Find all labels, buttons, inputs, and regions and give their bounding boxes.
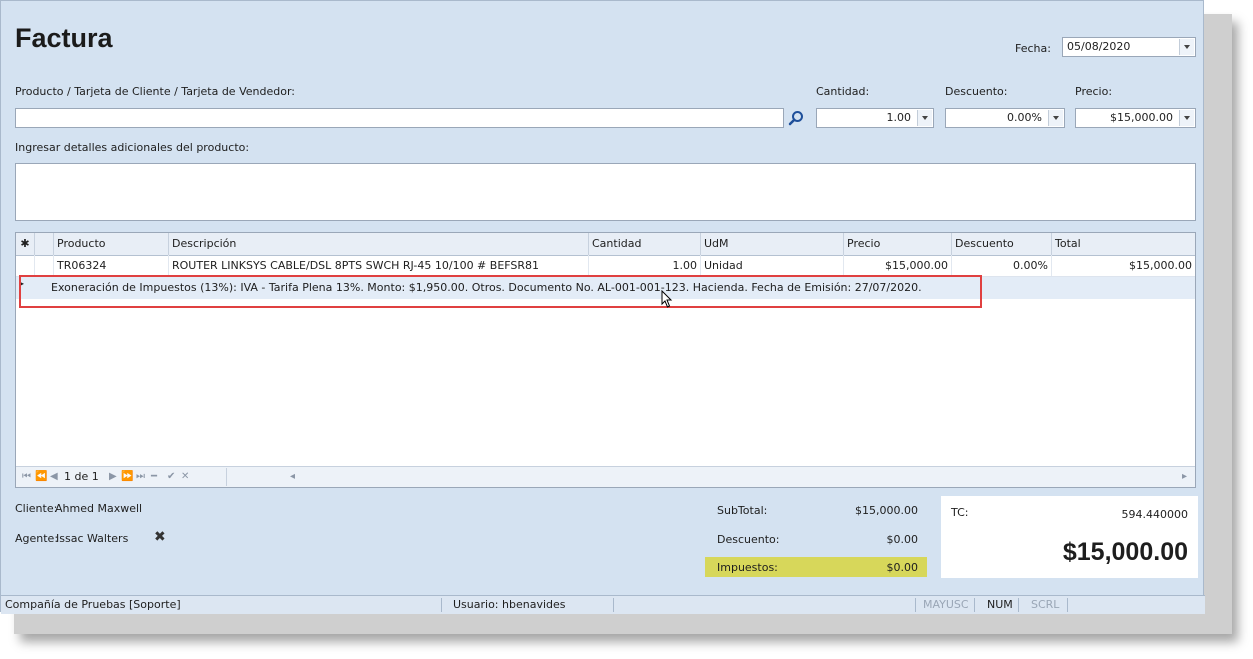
- scroll-right-icon[interactable]: ▸: [1182, 467, 1187, 487]
- impuestos-label: Impuestos:: [717, 561, 778, 574]
- descuento-label: Descuento:: [945, 85, 1008, 98]
- page-title: Factura: [15, 23, 113, 53]
- invoice-window: Factura Fecha: 05/08/2020 Producto / Tar…: [0, 0, 1205, 614]
- tc-label: TC:: [951, 506, 969, 519]
- col-producto[interactable]: Producto: [54, 233, 169, 255]
- highlight-box: [19, 275, 982, 308]
- precio-value: $15,000.00: [1110, 111, 1173, 124]
- col-total[interactable]: Total: [1052, 233, 1195, 255]
- status-mayusc: MAYUSC: [923, 598, 969, 611]
- fecha-field[interactable]: 05/08/2020: [1062, 37, 1196, 57]
- search-icon: [788, 110, 803, 125]
- cantidad-value: 1.00: [886, 111, 912, 124]
- descuento-field[interactable]: 0.00%: [945, 108, 1065, 128]
- next-page-icon[interactable]: ▶: [109, 467, 117, 487]
- col-udm[interactable]: UdM: [701, 233, 844, 255]
- total-panel: TC: 594.440000 $15,000.00: [941, 496, 1198, 578]
- descuento-total-value: $0.00: [886, 533, 919, 546]
- status-separator: [1067, 598, 1068, 612]
- cell-descuento[interactable]: 0.00%: [952, 255, 1052, 276]
- status-separator: [441, 598, 442, 612]
- status-bar: Compañía de Pruebas [Soporte] Usuario: h…: [1, 595, 1205, 614]
- first-page-icon[interactable]: ⏮: [22, 467, 31, 487]
- invoice-grid: ✱ Producto Descripción Cantidad UdM Prec…: [15, 232, 1196, 488]
- cell-udm[interactable]: Unidad: [701, 255, 844, 276]
- col-cantidad[interactable]: Cantidad: [589, 233, 701, 255]
- precio-field[interactable]: $15,000.00: [1075, 108, 1196, 128]
- scroll-left-icon[interactable]: ◂: [290, 467, 295, 487]
- confirm-icon[interactable]: ✔: [167, 467, 175, 487]
- agente-value[interactable]: Issac Walters: [56, 532, 128, 545]
- product-label: Producto / Tarjeta de Cliente / Tarjeta …: [15, 85, 295, 98]
- search-button[interactable]: [785, 108, 807, 127]
- row-selector: [35, 255, 54, 276]
- cell-precio[interactable]: $15,000.00: [844, 255, 952, 276]
- prev-page-icon[interactable]: ◀: [50, 467, 58, 487]
- grand-total: $15,000.00: [1062, 538, 1188, 566]
- details-label: Ingresar detalles adicionales del produc…: [15, 141, 250, 154]
- fecha-value: 05/08/2020: [1067, 40, 1131, 53]
- table-row[interactable]: TR06324 ROUTER LINKSYS CABLE/DSL 8PTS SW…: [16, 255, 1195, 277]
- chevron-down-icon[interactable]: [1179, 110, 1194, 126]
- status-scrl: SCRL: [1031, 598, 1060, 611]
- tc-value: 594.440000: [1121, 508, 1188, 521]
- cantidad-label: Cantidad:: [816, 85, 870, 98]
- grid-header: ✱ Producto Descripción Cantidad UdM Prec…: [16, 233, 1195, 256]
- cliente-value[interactable]: Ahmed Maxwell: [55, 502, 142, 515]
- chevron-down-icon[interactable]: [1179, 39, 1194, 55]
- col-descuento[interactable]: Descuento: [952, 233, 1052, 255]
- status-company: Compañía de Pruebas [Soporte]: [5, 598, 181, 611]
- cliente-label: Cliente:: [15, 502, 58, 515]
- status-separator: [1018, 598, 1019, 612]
- chevron-down-icon[interactable]: [1048, 110, 1063, 126]
- status-user: Usuario: hbenavides: [453, 598, 566, 611]
- new-row-indicator: ✱: [16, 233, 35, 255]
- delete-row-icon[interactable]: ━: [151, 467, 157, 487]
- subtotal-value: $15,000.00: [855, 504, 918, 517]
- status-separator: [974, 598, 975, 612]
- agente-label: Agente:: [15, 532, 59, 545]
- status-separator: [915, 598, 916, 612]
- cell-descripcion[interactable]: ROUTER LINKSYS CABLE/DSL 8PTS SWCH RJ-45…: [169, 255, 589, 276]
- prev-page-fast-icon[interactable]: ⏪: [35, 467, 47, 487]
- last-page-icon[interactable]: ⏭: [136, 467, 145, 487]
- remove-agent-icon[interactable]: ✖: [154, 529, 166, 545]
- cancel-icon[interactable]: ✕: [181, 467, 189, 487]
- status-num: NUM: [987, 598, 1013, 611]
- fecha-label: Fecha:: [1015, 42, 1051, 55]
- subtotal-label: SubTotal:: [717, 504, 768, 517]
- details-textarea[interactable]: [15, 163, 1196, 221]
- col-descripcion[interactable]: Descripción: [169, 233, 589, 255]
- cell-total[interactable]: $15,000.00: [1052, 255, 1195, 276]
- descuento-total-label: Descuento:: [717, 533, 780, 546]
- row-indicator: [16, 255, 35, 276]
- cantidad-field[interactable]: 1.00: [816, 108, 934, 128]
- next-page-fast-icon[interactable]: ⏩: [121, 467, 133, 487]
- impuestos-value: $0.00: [886, 561, 919, 574]
- cell-cantidad[interactable]: 1.00: [589, 255, 701, 276]
- grid-navigator: ⏮ ⏪ ◀ 1 de 1 ▶ ⏩ ⏭ ━ ✔ ✕ ◂ ▸: [16, 466, 1195, 487]
- cell-producto[interactable]: TR06324: [54, 255, 169, 276]
- descuento-value: 0.00%: [1007, 111, 1042, 124]
- scrollbar-divider: [226, 468, 227, 486]
- product-search-input[interactable]: [15, 108, 784, 128]
- precio-label: Precio:: [1075, 85, 1113, 98]
- row-selector-header: [35, 233, 54, 255]
- chevron-down-icon[interactable]: [917, 110, 932, 126]
- col-precio[interactable]: Precio: [844, 233, 952, 255]
- mouse-cursor-icon: [661, 289, 673, 311]
- status-separator: [613, 598, 614, 612]
- page-indicator: 1 de 1: [64, 470, 99, 483]
